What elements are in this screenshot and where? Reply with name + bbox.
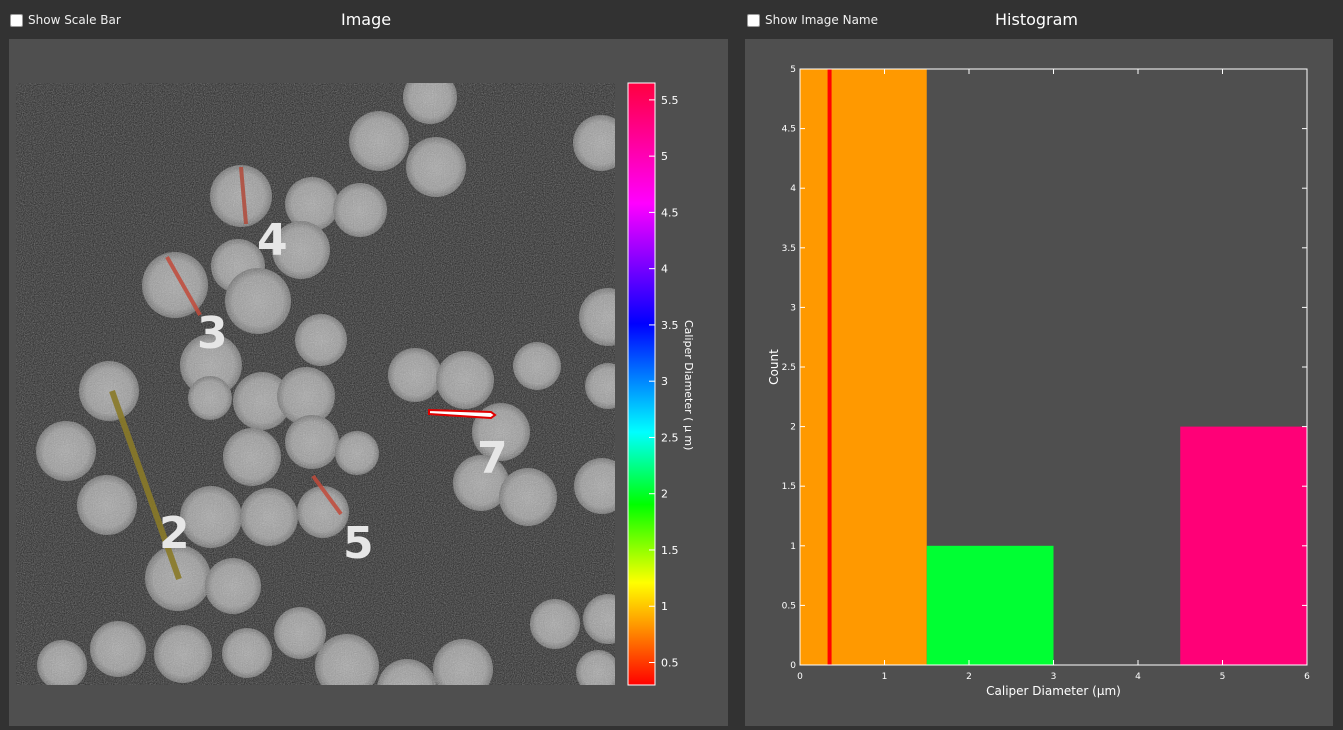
y-tick-label: 4 — [790, 184, 796, 194]
colorbar-tick-label: 2 — [661, 488, 668, 501]
show-scale-bar-label: Show Scale Bar — [28, 13, 121, 27]
colorbar-label: Caliper Diameter ( μ m) — [682, 320, 695, 450]
y-tick-label: 1.5 — [782, 482, 796, 492]
y-tick-label: 4.5 — [782, 125, 796, 135]
y-tick-label: 3 — [790, 303, 796, 313]
colorbar-tick-label: 4 — [661, 263, 668, 276]
x-axis-label: Caliper Diameter (μm) — [986, 684, 1121, 698]
image-title: Image — [341, 10, 392, 29]
show-image-name-label: Show Image Name — [765, 13, 878, 27]
colorbar-tick-label: 4.5 — [661, 206, 679, 219]
colorbar-tick-label: 1 — [661, 600, 668, 613]
image-panel: 4 3 7 2 5 5.5 5 4.5 4 3.5 3 2.5 2 1.5 1 0.5 Calipe… — [9, 39, 728, 726]
y-tick-label: 0 — [790, 661, 796, 671]
particle-label-2: 2 — [159, 508, 190, 559]
checkbox-box[interactable] — [10, 13, 23, 27]
particle-label-5: 5 — [343, 518, 374, 569]
histogram-bar[interactable] — [1180, 426, 1307, 665]
histogram-bar[interactable] — [800, 69, 927, 665]
y-axis-label: Count — [767, 349, 781, 385]
x-tick-label: 5 — [1220, 672, 1226, 682]
histogram-chart: 0 1 2 3 4 5 6 0 0.5 1 1.5 2 2.5 3 3.5 4 4.5 5 Caliper Di… — [767, 65, 1310, 698]
particle — [294, 39, 348, 64]
x-tick-label: 4 — [1135, 672, 1141, 682]
colorbar-tick-label: 2.5 — [661, 431, 679, 444]
particle-label-4: 4 — [257, 215, 288, 266]
y-tick-label: 0.5 — [782, 601, 796, 611]
histogram-bars — [800, 69, 1307, 665]
colorbar-tick-label: 3.5 — [661, 319, 679, 332]
histogram-title: Histogram — [995, 10, 1078, 29]
y-tick-label: 1 — [790, 542, 796, 552]
y-tick-label: 2.5 — [782, 363, 796, 373]
show-scale-bar-checkbox[interactable]: Show Scale Bar — [10, 13, 121, 27]
colorbar-tick-label: 3 — [661, 375, 668, 388]
particle-label-7: 7 — [477, 433, 508, 484]
colorbar-tick-label: 1.5 — [661, 544, 679, 557]
colorbar-gradient — [627, 82, 656, 686]
y-tick-label: 2 — [790, 423, 796, 433]
x-tick-label: 2 — [966, 672, 972, 682]
x-tick-label: 6 — [1304, 672, 1310, 682]
histogram-panel: 0 1 2 3 4 5 6 0 0.5 1 1.5 2 2.5 3 3.5 4 4.5 5 Caliper Di… — [745, 39, 1333, 726]
micrograph: 4 3 7 2 5 — [16, 39, 615, 685]
y-tick-label: 5 — [790, 65, 796, 75]
histogram-bar[interactable] — [926, 545, 1054, 665]
x-tick-label: 3 — [1051, 672, 1057, 682]
checkbox-box[interactable] — [747, 13, 760, 27]
y-tick-label: 3.5 — [782, 244, 796, 254]
colorbar: 5.5 5 4.5 4 3.5 3 2.5 2 1.5 1 0.5 Caliper Diameter… — [627, 82, 695, 686]
image-pane-header: Show Scale Bar Image — [0, 0, 735, 38]
x-tick-label: 0 — [797, 672, 803, 682]
colorbar-tick-label: 5 — [661, 150, 668, 163]
colorbar-tick-label: 0.5 — [661, 656, 679, 669]
particle-label-3: 3 — [197, 308, 228, 359]
histogram-pane-header: Show Image Name Histogram — [736, 0, 1343, 38]
x-tick-label: 1 — [882, 672, 888, 682]
image-canvas: 4 3 7 2 5 5.5 5 4.5 4 3.5 3 2.5 2 1.5 1 0.5 Calipe… — [16, 39, 695, 686]
colorbar-tick-label: 5.5 — [661, 94, 679, 107]
show-image-name-checkbox[interactable]: Show Image Name — [747, 13, 878, 27]
